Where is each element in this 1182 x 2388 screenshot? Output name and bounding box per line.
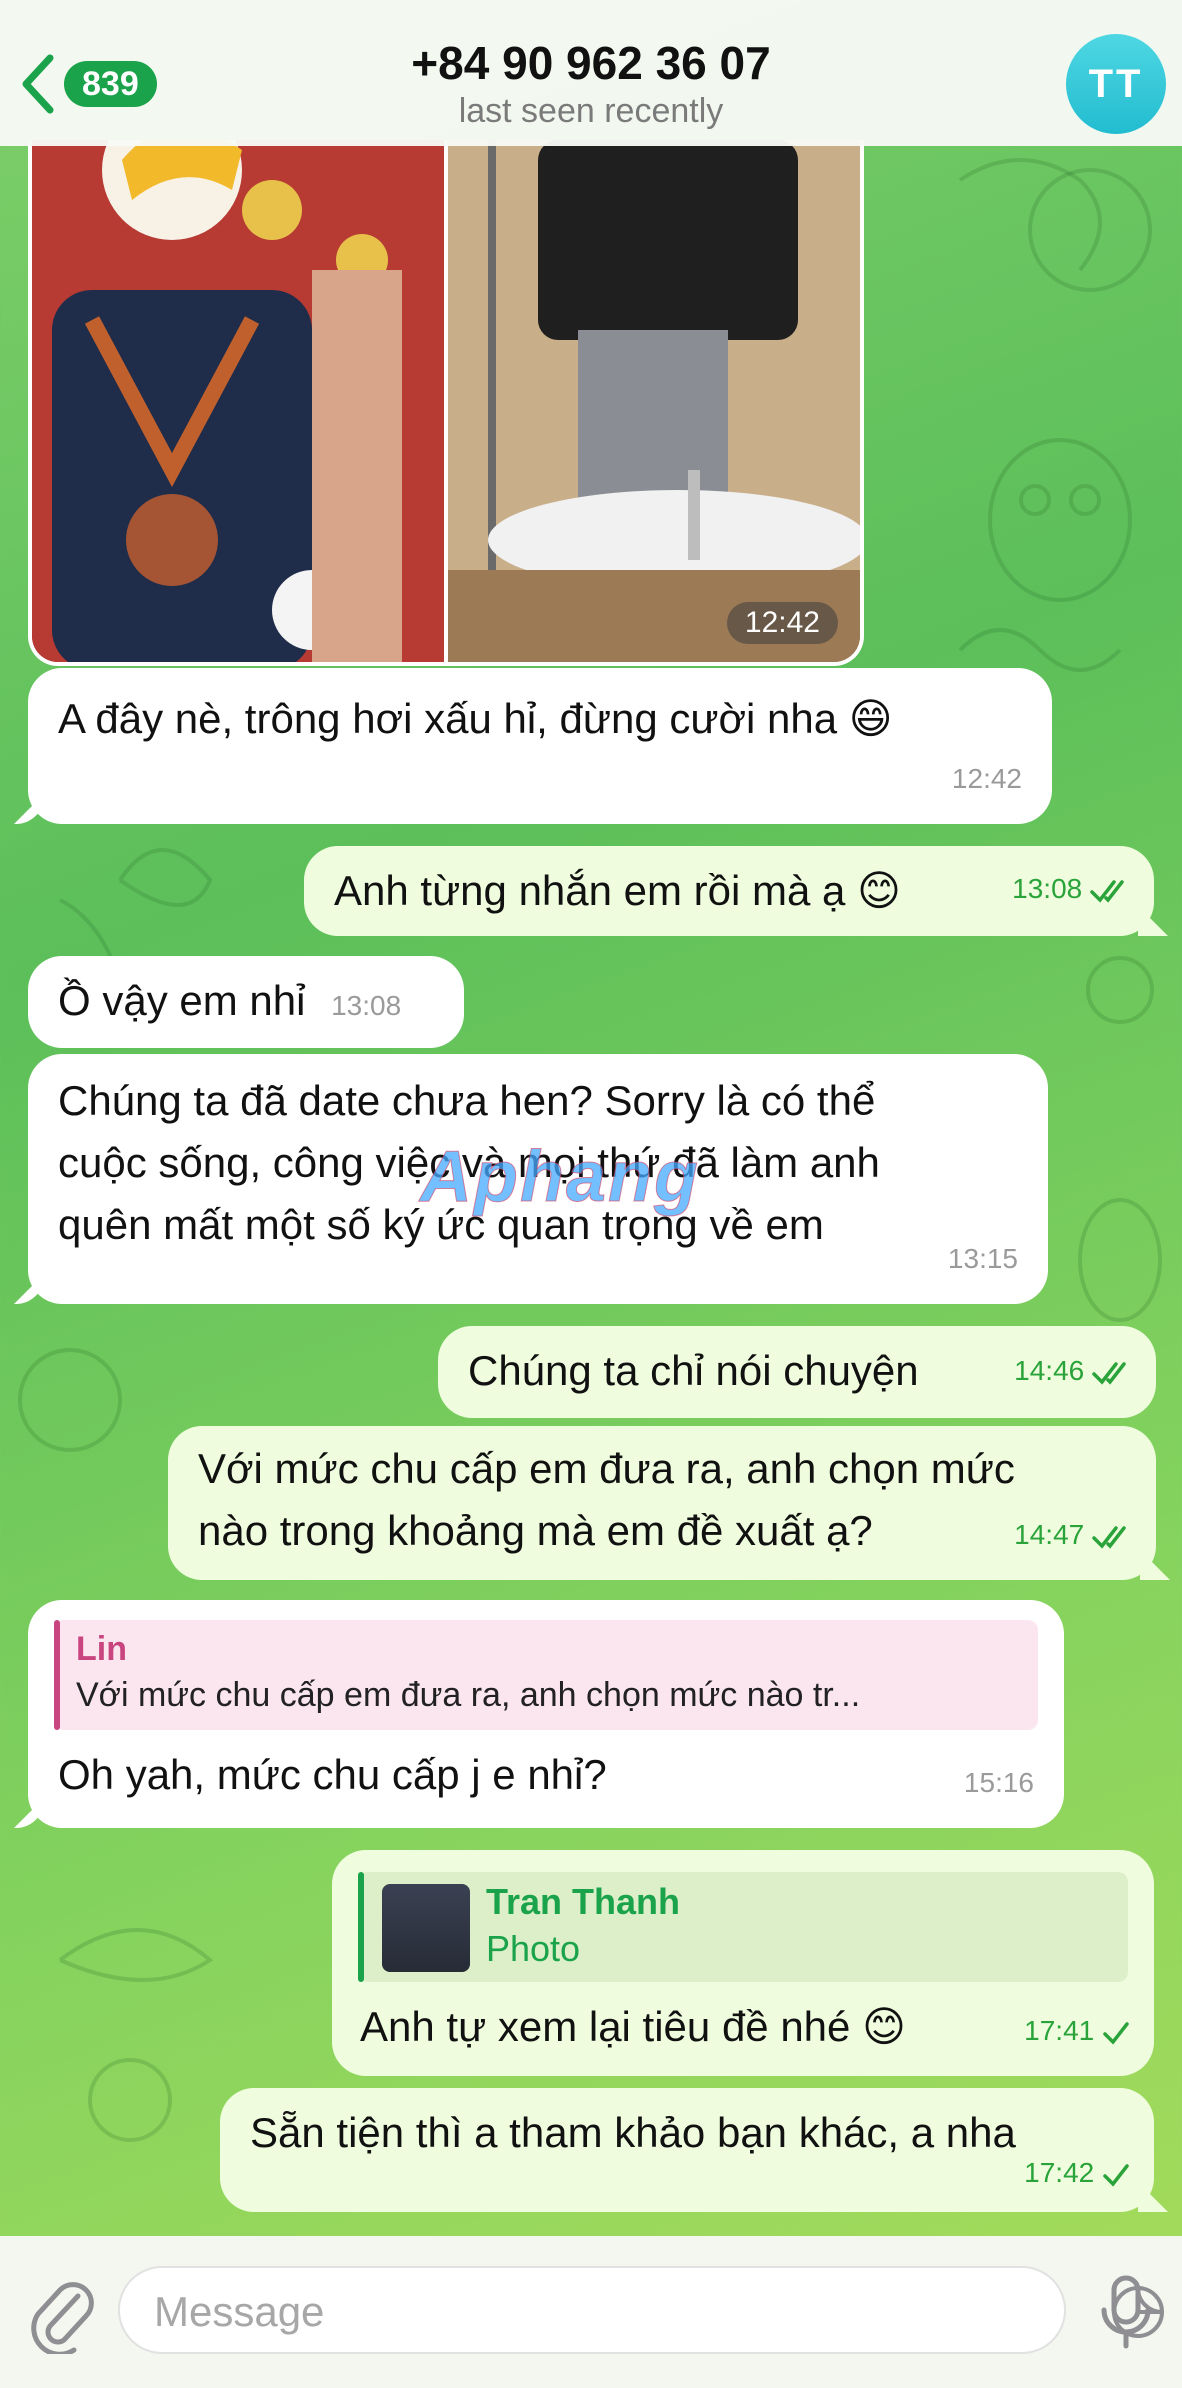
reply-preview[interactable]: Tran Thanh Photo [358,1872,1128,1982]
microphone-icon[interactable] [1096,2272,1156,2352]
avatar[interactable]: TT [1066,34,1166,134]
message-text: Anh từng nhắn em rồi mà ạ 😊 [334,867,901,914]
message-text: Anh tự xem lại tiêu đề nhé 😊 [360,2003,906,2050]
last-seen-status: last seen recently [458,92,724,130]
message-input-bar [0,2236,1182,2388]
single-check-icon [1103,2021,1129,2045]
message-meta: 17:42 [1024,2142,1130,2204]
message-bubble-incoming[interactable]: Ồ vậy em nhỉ 13:08 [28,956,464,1048]
message-bubble-outgoing[interactable]: Sẵn tiện thì a tham khảo bạn khác, a nha… [220,2088,1154,2212]
message-meta: 14:46 [1014,1340,1132,1402]
message-time: 12:42 [726,602,838,644]
message-time: 17:42 [1024,2157,1095,2188]
double-check-icon [1092,1361,1126,1385]
chat-title[interactable]: +84 90 962 36 07 [0,36,1182,90]
message-bubble-outgoing[interactable]: Với mức chu cấp em đưa ra, anh chọn mức … [168,1426,1156,1580]
chat-header: 839 +84 90 962 36 07 last seen recently … [0,0,1182,146]
message-text: Oh yah, mức chu cấp j e nhỉ? [58,1751,607,1798]
watermark: Aphang [420,1137,700,1218]
message-text-line: Chúng ta đã date chưa hen? Sorry là có t… [58,1077,876,1124]
photo-album-message[interactable]: 12:42 [28,140,864,666]
message-bubble-outgoing[interactable]: Tran Thanh Photo Anh tự xem lại tiêu đề … [332,1850,1154,2076]
photo-thumbnail[interactable]: 12:42 [448,140,860,662]
message-text: A đây nè, trông hơi xấu hỉ, đừng cười nh… [58,695,893,742]
message-time: 13:15 [947,1243,1018,1274]
reply-photo-thumbnail [382,1884,470,1972]
message-meta: 13:08 [1012,858,1130,920]
photo-thumbnail[interactable] [32,140,444,662]
message-text: Sẵn tiện thì a tham khảo bạn khác, a nha [250,2109,1016,2156]
message-text: Ồ vậy em nhỉ [58,977,306,1024]
single-check-icon [1103,2163,1129,2187]
message-bubble-outgoing[interactable]: Anh từng nhắn em rồi mà ạ 😊 13:08 [304,846,1154,936]
message-bubble-outgoing[interactable]: Chúng ta chỉ nói chuyện 14:46 [438,1326,1156,1418]
message-input[interactable] [154,2282,974,2342]
double-check-icon [1090,879,1124,903]
message-bubble-incoming[interactable]: Lin Với mức chu cấp em đưa ra, anh chọn … [28,1600,1064,1828]
message-text: Chúng ta chỉ nói chuyện [468,1347,919,1394]
reply-snippet: Với mức chu cấp em đưa ra, anh chọn mức … [76,1676,861,1714]
message-time: 17:41 [1024,2015,1095,2046]
message-time: 13:08 [331,990,402,1021]
message-field[interactable] [118,2266,1164,2354]
message-bubble-incoming[interactable]: A đây nè, trông hơi xấu hỉ, đừng cười nh… [28,668,1052,824]
message-meta: 17:41 [1024,2000,1130,2062]
message-text-line: Với mức chu cấp em đưa ra, anh chọn mức [198,1445,1015,1492]
message-meta: 14:47 [1014,1504,1132,1566]
reply-author: Tran Thanh [486,1881,681,1922]
message-time: 13:08 [1012,873,1083,904]
reply-snippet: Photo [486,1928,581,1969]
message-time: 14:46 [1014,1355,1085,1386]
reply-author: Lin [76,1630,127,1668]
message-time: 15:16 [963,1767,1034,1798]
message-text-line: nào trong khoảng mà em đề xuất ạ? [198,1507,873,1554]
double-check-icon [1092,1525,1126,1549]
paperclip-icon[interactable] [26,2274,96,2354]
message-time: 14:47 [1014,1519,1085,1550]
message-time: 12:42 [951,763,1022,794]
reply-preview[interactable]: Lin Với mức chu cấp em đưa ra, anh chọn … [54,1620,1038,1730]
